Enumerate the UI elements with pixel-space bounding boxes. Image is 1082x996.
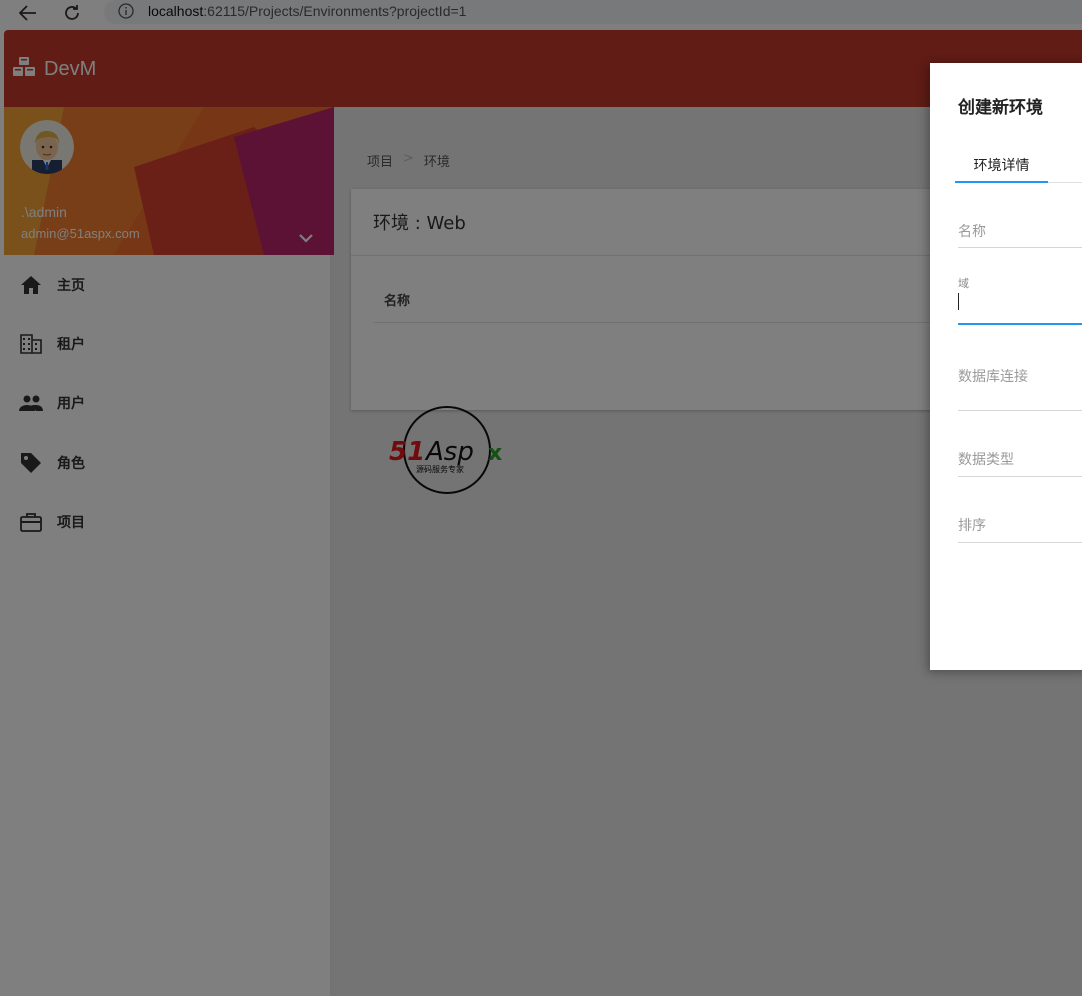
domain-field-label: 域 bbox=[958, 277, 969, 290]
breadcrumb-separator: > bbox=[403, 151, 414, 166]
sidebar-item-roles[interactable]: 角色 bbox=[4, 433, 334, 492]
browser-toolbar: localhost:62115/Projects/Environments?pr… bbox=[0, 0, 1082, 30]
url-path: :62115/Projects/Environments?projectId=1 bbox=[203, 3, 467, 19]
avatar[interactable] bbox=[20, 120, 74, 174]
card-title: 环境 : Web bbox=[373, 213, 466, 234]
create-environment-modal: 创建新环境 环境详情 名称 域 数据库连接 数据类型 排序 bbox=[930, 63, 1082, 670]
building-icon bbox=[18, 331, 44, 357]
db-connection-field[interactable]: 数据库连接 bbox=[958, 360, 1082, 411]
sidebar-item-tenants[interactable]: 租户 bbox=[4, 314, 334, 373]
sidebar-item-users[interactable]: 用户 bbox=[4, 374, 334, 433]
sidebar-item-label: 用户 bbox=[57, 396, 85, 413]
order-field[interactable]: 排序 bbox=[958, 514, 1082, 543]
domain-field[interactable]: 域 bbox=[958, 275, 1082, 325]
app-window: DevM .\admin admin@51aspx.com 主页 租户 用户 角… bbox=[4, 30, 1082, 996]
url-host: localhost bbox=[148, 3, 204, 19]
name-field-label: 名称 bbox=[958, 224, 986, 240]
address-bar[interactable]: localhost:62115/Projects/Environments?pr… bbox=[104, 0, 1082, 24]
people-icon bbox=[18, 390, 44, 416]
sidebar-item-label: 租户 bbox=[57, 336, 85, 353]
cubes-icon bbox=[12, 56, 36, 82]
text-cursor bbox=[958, 293, 959, 310]
watermark-logo: 51 Asp x 源码服务专家 bbox=[386, 402, 516, 502]
db-type-field[interactable]: 数据类型 bbox=[958, 448, 1082, 477]
sidebar-item-home[interactable]: 主页 bbox=[4, 255, 334, 314]
column-header-name[interactable]: 名称 bbox=[384, 290, 410, 309]
db-connection-field-label: 数据库连接 bbox=[958, 369, 1028, 385]
svg-text:源码服务专家: 源码服务专家 bbox=[416, 464, 464, 474]
sidebar-item-projects[interactable]: 项目 bbox=[4, 492, 334, 551]
sidebar: .\admin admin@51aspx.com 主页 租户 用户 角色 项目 bbox=[4, 107, 334, 996]
modal-title: 创建新环境 bbox=[958, 98, 1043, 118]
svg-text:51: 51 bbox=[389, 437, 425, 467]
svg-text:x: x bbox=[488, 441, 502, 466]
briefcase-icon bbox=[18, 509, 44, 535]
sidebar-menu: 主页 租户 用户 角色 项目 bbox=[4, 255, 334, 551]
user-email: admin@51aspx.com bbox=[21, 226, 140, 241]
tab-environment-details[interactable]: 环境详情 bbox=[955, 149, 1048, 183]
db-type-field-label: 数据类型 bbox=[958, 452, 1014, 468]
sidebar-item-label: 主页 bbox=[57, 277, 85, 294]
brand[interactable]: DevM bbox=[12, 56, 96, 82]
url-text: localhost:62115/Projects/Environments?pr… bbox=[148, 3, 466, 19]
home-icon bbox=[18, 272, 44, 298]
chevron-down-icon[interactable] bbox=[298, 229, 314, 248]
tag-icon bbox=[18, 450, 44, 476]
sidebar-item-label: 角色 bbox=[57, 455, 85, 472]
user-panel: .\admin admin@51aspx.com bbox=[4, 107, 334, 255]
reload-icon[interactable] bbox=[59, 2, 85, 24]
site-info-icon[interactable] bbox=[118, 3, 134, 23]
breadcrumb-projects[interactable]: 项目 bbox=[367, 151, 393, 170]
screen: localhost:62115/Projects/Environments?pr… bbox=[0, 0, 1082, 996]
breadcrumb: 项目 > 环境 bbox=[367, 151, 450, 170]
name-field[interactable]: 名称 bbox=[958, 213, 1082, 248]
breadcrumb-environments: 环境 bbox=[423, 155, 450, 170]
user-name: .\admin bbox=[21, 204, 67, 220]
modal-tabs: 环境详情 bbox=[955, 149, 1082, 183]
back-icon[interactable] bbox=[15, 2, 41, 24]
sidebar-item-label: 项目 bbox=[57, 514, 85, 531]
brand-name: DevM bbox=[44, 57, 97, 80]
svg-text:Asp: Asp bbox=[424, 437, 474, 467]
order-field-label: 排序 bbox=[958, 518, 986, 534]
top-bar: DevM bbox=[4, 30, 1082, 107]
